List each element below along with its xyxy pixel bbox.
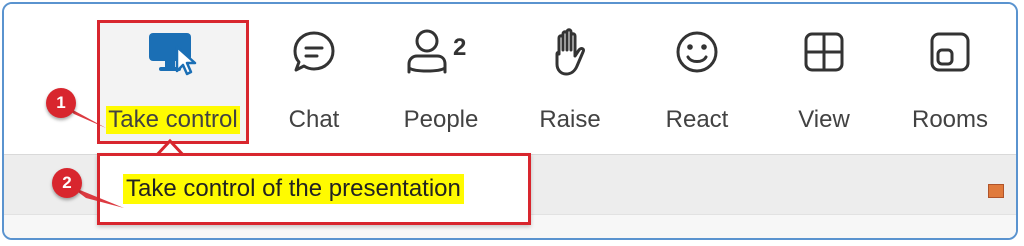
meeting-toolbar: Take control Chat 2 People Raise React V… — [4, 4, 1016, 154]
rooms-button[interactable]: Rooms — [910, 24, 990, 144]
people-label: People — [403, 106, 479, 133]
take-control-button[interactable]: Take control — [101, 24, 245, 144]
people-button[interactable]: 2 People — [400, 24, 482, 144]
chat-icon — [290, 24, 338, 80]
view-button[interactable]: View — [796, 24, 852, 144]
take-control-label: Take control — [106, 106, 240, 134]
rooms-icon — [927, 24, 973, 80]
react-button[interactable]: React — [664, 24, 730, 144]
react-smiley-icon — [673, 24, 721, 80]
react-label: React — [665, 106, 729, 133]
view-label: View — [798, 106, 850, 133]
people-count-badge: 2 — [453, 34, 467, 61]
rooms-label: Rooms — [911, 106, 989, 133]
raise-hand-button[interactable]: Raise — [534, 24, 606, 144]
tooltip: Take control of the presentation — [97, 153, 531, 225]
annotation-badge-2: 2 — [52, 168, 82, 198]
tooltip-text: Take control of the presentation — [123, 174, 464, 204]
view-grid-icon — [801, 24, 847, 80]
raise-hand-icon — [547, 24, 593, 80]
raise-label: Raise — [539, 106, 601, 133]
chat-button[interactable]: Chat — [284, 24, 344, 144]
people-icon — [407, 29, 447, 74]
annotation-badge-1: 1 — [46, 88, 76, 118]
chat-label: Chat — [288, 106, 340, 133]
app-tray-icon[interactable] — [988, 184, 1004, 198]
people-icon-wrap: 2 — [401, 24, 481, 80]
take-control-icon — [147, 24, 199, 80]
